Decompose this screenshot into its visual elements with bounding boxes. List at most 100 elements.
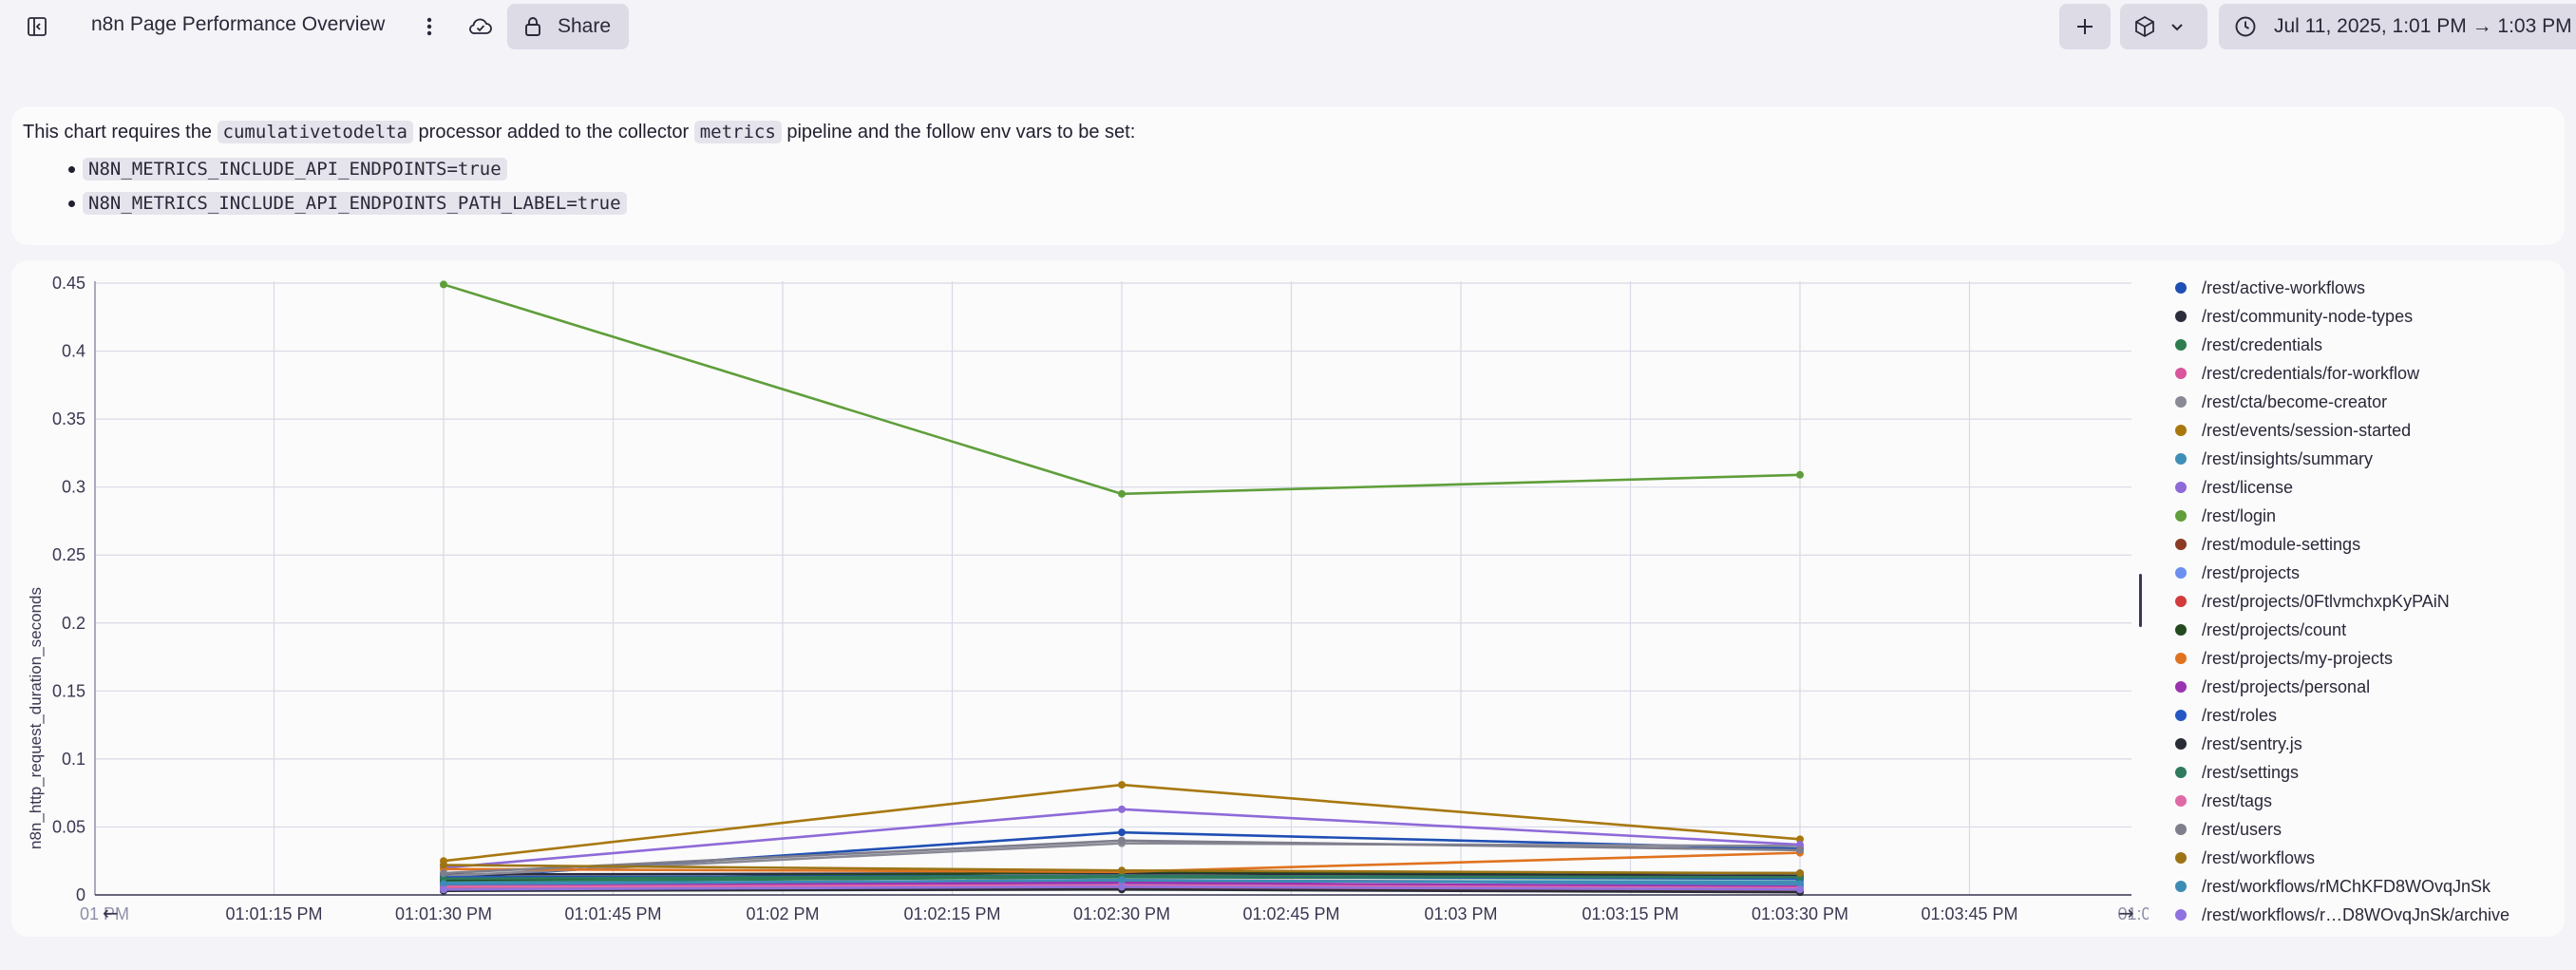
x-scroll-right-icon[interactable]: → [2118,902,2134,924]
chart-legend: /rest/active-workflows/rest/community-no… [2164,274,2563,929]
legend-label: /rest/login [2202,505,2277,525]
env-var-code: N8N_METRICS_INCLUDE_API_ENDPOINTS=true [83,158,507,181]
legend-label: /rest/workflows [2202,847,2316,867]
x-scroll-left-icon[interactable]: ← [103,902,119,924]
data-point [1118,876,1126,884]
legend-item[interactable]: /rest/cta/become-creator [2164,388,2563,416]
share-button-label: Share [558,15,612,37]
requirements-note: This chart requires the cumulativetodelt… [11,106,2565,245]
data-point [1118,828,1126,837]
legend-color-dot [2175,909,2187,921]
data-point [440,280,447,289]
x-tick-label: 01:01:15 PM [225,904,322,923]
legend-item[interactable]: /rest/projects [2164,559,2563,587]
legend-label: /rest/events/session-started [2202,420,2412,440]
legend-item[interactable]: /rest/projects/count [2164,616,2563,644]
note-suffix: pipeline and the follow env vars to be s… [781,122,1136,143]
share-button[interactable]: Share [507,4,629,49]
list-item: N8N_METRICS_INCLUDE_API_ENDPOINTS_PATH_L… [68,186,2553,220]
legend-item[interactable]: /rest/active-workflows [2164,274,2563,302]
legend-color-dot [2175,482,2187,493]
legend-item[interactable]: /rest/workflows/rMChKFD8WOvqJnSk [2164,872,2563,901]
legend-item[interactable]: /rest/events/session-started [2164,416,2563,445]
legend-color-dot [2175,824,2187,835]
legend-color-dot [2175,567,2187,579]
legend-item[interactable]: /rest/insights/summary [2164,445,2563,473]
y-tick-label: 0.45 [52,274,85,293]
y-tick-label: 0.3 [62,478,85,497]
legend-item[interactable]: /rest/projects/0FtlvmchxpKyPAiN [2164,587,2563,616]
legend-item[interactable]: /rest/settings [2164,758,2563,787]
legend-item[interactable]: /rest/users [2164,815,2563,844]
legend-item[interactable]: /rest/community-node-types [2164,302,2563,331]
legend-item[interactable]: /rest/credentials [2164,331,2563,359]
add-tile-button[interactable] [2059,4,2111,49]
legend-color-dot [2175,453,2187,465]
legend-item[interactable]: /rest/workflows [2164,844,2563,872]
legend-item[interactable]: /rest/projects/personal [2164,673,2563,701]
legend-item[interactable]: /rest/sentry.js [2164,730,2563,758]
legend-label: /rest/cta/become-creator [2202,391,2388,411]
line-chart[interactable]: 00.050.10.150.20.250.30.350.40.4501 PM 01… [11,260,2149,937]
list-item: N8N_METRICS_INCLUDE_API_ENDPOINTS=true [68,152,2553,186]
legend-scrollbar[interactable] [2139,574,2142,627]
legend-label: /rest/module-settings [2202,534,2361,554]
legend-label: /rest/workflows/r…D8WOvqJnSk/archive [2202,904,2510,924]
data-source-dropdown[interactable] [2120,4,2207,49]
data-point [1118,805,1126,813]
legend-item[interactable]: /rest/license [2164,473,2563,502]
data-point [440,869,447,878]
x-tick-label: 01:01:30 PM [395,904,492,923]
x-tick-label: 01:02:30 PM [1073,904,1170,923]
cloud-sync-icon[interactable] [464,11,498,42]
data-point [1118,836,1126,845]
legend-label: /rest/sentry.js [2202,733,2302,753]
data-point [1118,489,1126,498]
data-point [1118,781,1126,789]
legend-label: /rest/active-workflows [2202,277,2366,297]
legend-label: /rest/projects/0FtlvmchxpKyPAiN [2202,591,2450,611]
legend-item[interactable]: /rest/workflows/r…D8WOvqJnSk/archive [2164,901,2563,929]
legend-label: /rest/license [2202,477,2294,497]
legend-label: /rest/credentials/for-workflow [2202,363,2420,383]
legend-item[interactable]: /rest/credentials/for-workflow [2164,359,2563,388]
legend-label: /rest/roles [2202,705,2278,725]
data-point [1118,866,1126,875]
sidebar-toggle-icon[interactable] [21,11,53,42]
plus-icon [2077,19,2093,34]
more-options-icon[interactable] [414,11,445,42]
legend-color-dot [2175,368,2187,379]
legend-item[interactable]: /rest/projects/my-projects [2164,644,2563,673]
legend-item[interactable]: /rest/login [2164,502,2563,530]
legend-color-dot [2175,596,2187,607]
data-point [440,861,447,869]
time-range-label: Jul 11, 2025, 1:01 PM → 1:03 PM [2274,15,2572,37]
legend-color-dot [2175,425,2187,436]
legend-item[interactable]: /rest/roles [2164,701,2563,730]
y-tick-label: 0.35 [52,409,85,428]
y-tick-label: 0.4 [62,342,85,361]
legend-color-dot [2175,624,2187,636]
legend-color-dot [2175,510,2187,522]
legend-label: /rest/projects/count [2202,619,2347,639]
note-code-pipeline: metrics [693,121,782,143]
chevron-down-icon [2171,24,2183,31]
time-range-picker[interactable]: Jul 11, 2025, 1:01 PM → 1:03 PM [2219,4,2576,49]
legend-item[interactable]: /rest/module-settings [2164,530,2563,559]
note-code-processor: cumulativetodelta [217,121,413,143]
cube-icon [2135,15,2154,38]
legend-item[interactable]: /rest/tags [2164,787,2563,815]
note-prefix: This chart requires the [23,122,218,143]
x-tick-label: 01:02 PM [746,904,819,923]
legend-color-dot [2175,795,2187,807]
x-tick-label: 01:01:45 PM [564,904,661,923]
legend-color-dot [2175,311,2187,322]
data-point [440,885,447,894]
data-point [1118,883,1126,891]
env-var-code: N8N_METRICS_INCLUDE_API_ENDPOINTS_PATH_L… [83,192,627,215]
requirements-text: This chart requires the cumulativetodelt… [23,118,2553,146]
top-bar: n8n Page Performance Overview Share Jul … [0,0,2576,53]
x-tick-label: 01:03:15 PM [1582,904,1678,923]
y-axis-title: n8n_http_request_duration_seconds [27,587,45,849]
note-middle: processor added to the collector [413,122,694,143]
